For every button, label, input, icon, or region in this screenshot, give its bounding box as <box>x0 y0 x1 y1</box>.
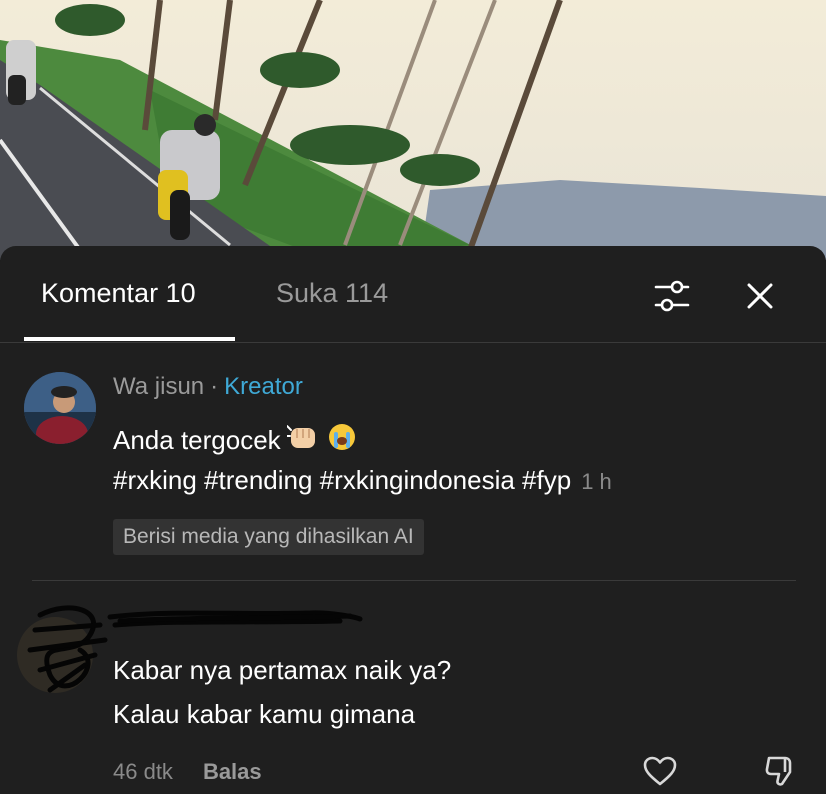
oncoming-fist-emoji-icon <box>285 422 321 459</box>
comment-text-line-1: Kabar nya pertamax naik ya? <box>113 655 452 685</box>
loudly-crying-face-emoji-icon <box>327 422 357 459</box>
reply-button[interactable]: Balas <box>203 759 262 784</box>
tab-likes[interactable]: Suka 114 <box>276 278 388 309</box>
comment-text-row: Anda tergocek <box>113 422 357 459</box>
comment-hashtags[interactable]: #rxking #trending #rxkingindonesia #fyp <box>113 465 571 495</box>
video-scene-image <box>0 0 826 260</box>
comment-username[interactable]: Wa jisun <box>113 373 204 400</box>
active-tab-indicator <box>24 337 235 341</box>
creator-badge: Kreator <box>224 373 303 400</box>
sliders-filter-icon <box>654 280 690 312</box>
comment-timestamp: 1 h <box>581 469 612 494</box>
close-button[interactable] <box>738 274 782 318</box>
tab-comments[interactable]: Komentar 10 <box>41 278 196 309</box>
comment-hashtags-row: #rxking #trending #rxkingindonesia #fyp 1… <box>113 465 612 496</box>
comments-sheet: Komentar 10 Suka 114 Wa jisun · Kreator … <box>0 246 826 794</box>
avatar[interactable] <box>24 372 96 444</box>
close-x-icon <box>747 283 773 309</box>
comment-timestamp: 46 dtk <box>113 759 173 784</box>
thumbs-down-outline-icon <box>765 756 792 786</box>
dislike-button[interactable] <box>760 751 800 791</box>
filter-button[interactable] <box>650 274 694 318</box>
ai-content-label[interactable]: Berisi media yang dihasilkan AI <box>113 519 424 555</box>
avatar-image <box>24 372 96 444</box>
comment-meta: Wa jisun · Kreator <box>113 373 303 401</box>
like-button[interactable] <box>640 751 680 791</box>
comment-footer: 46 dtk Balas <box>113 759 262 785</box>
redacted-user-scribble <box>17 605 363 693</box>
comment-item: Kabar nya pertamax naik ya? Kalau kabar … <box>0 581 826 794</box>
comment-text: Anda tergocek <box>113 425 281 455</box>
comment-item-creator: Wa jisun · Kreator Anda tergocek #rxking… <box>0 342 826 580</box>
meta-separator: · <box>210 373 219 400</box>
heart-outline-icon <box>643 756 677 786</box>
video-background <box>0 0 826 260</box>
comment-text-line-2: Kalau kabar kamu gimana <box>113 699 416 729</box>
comments-tab-bar: Komentar 10 Suka 114 <box>0 246 826 343</box>
